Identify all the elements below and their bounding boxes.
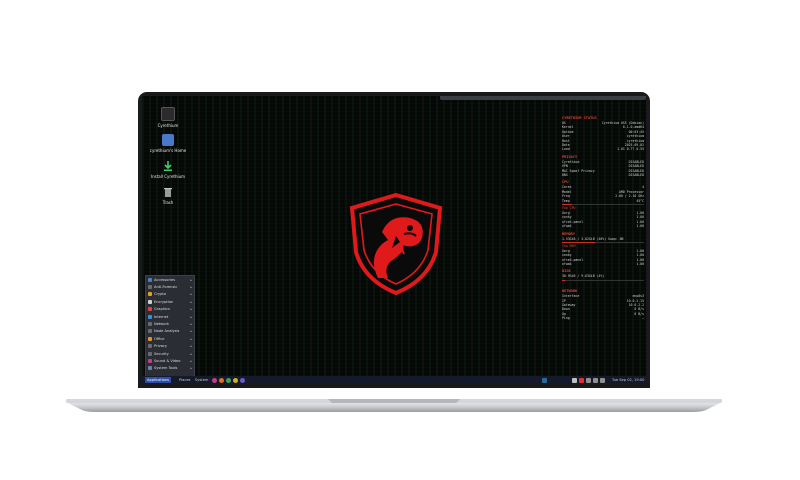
desktop-icon-label: Trash — [162, 200, 174, 205]
launcher-icon[interactable] — [212, 377, 217, 383]
chevron-right-icon: ▸ — [190, 366, 192, 371]
conky-section-title: DISK — [562, 269, 571, 274]
menu-item-security[interactable]: Security ▸ — [146, 350, 194, 357]
conky-section-title: CYRETHIUM STATUS — [562, 116, 597, 120]
menu-item-office[interactable]: Office ▸ — [146, 335, 194, 342]
cobra-shield-logo — [348, 192, 444, 296]
crypto-icon — [148, 292, 152, 297]
memory-usage-bar — [562, 241, 644, 244]
chevron-right-icon: ▸ — [190, 322, 192, 327]
system-tools-icon — [148, 366, 152, 371]
node-analysis-icon — [148, 329, 152, 334]
chevron-right-icon: ▸ — [190, 358, 192, 363]
menu-item-network[interactable]: Network ▸ — [146, 320, 194, 327]
desktop-icon-label: Cyrethium — [157, 123, 179, 128]
chevron-right-icon: ▸ — [190, 329, 192, 334]
conky-row: xfwm4 1.00 — [562, 261, 644, 266]
conky-section-title: MEMORY — [562, 231, 575, 236]
network-icon — [148, 322, 152, 327]
encryption-icon — [148, 299, 152, 304]
conky-section-title: NETWORK — [562, 289, 578, 294]
trash-icon — [162, 186, 174, 198]
chevron-right-icon: ▸ — [190, 299, 192, 304]
desktop-icon-label: cyrethium's Home — [149, 148, 187, 153]
chevron-right-icon: ▸ — [190, 336, 192, 341]
conky-section-title: PRIVACY — [562, 154, 578, 159]
terminal-icon[interactable] — [226, 377, 231, 383]
conky-row: Load 1.01 0.77 0.55 — [562, 147, 644, 152]
chevron-right-icon: ▸ — [190, 285, 192, 290]
privacy-icon — [148, 344, 152, 349]
menu-item-encryption[interactable]: Encryption ▸ — [146, 298, 194, 305]
menu-item-accessories[interactable]: Accessories ▸ — [146, 276, 194, 283]
chevron-right-icon: ▸ — [190, 292, 192, 297]
clock[interactable]: Tue Sep 02, 19:00 — [612, 378, 644, 382]
install-icon — [162, 160, 174, 172]
graphics-icon — [148, 307, 152, 312]
desktop-icon-home[interactable]: cyrethium's Home — [138, 134, 198, 153]
app-icon[interactable] — [240, 377, 245, 383]
chevron-right-icon: ▸ — [190, 344, 192, 349]
office-icon — [148, 336, 152, 341]
menu-item-anti-forensic[interactable]: Anti-Forensic ▸ — [146, 283, 194, 290]
workspace-switcher[interactable] — [542, 377, 547, 383]
lock-icon[interactable] — [233, 377, 238, 383]
conky-row: xfwm4 1.00 — [562, 224, 644, 229]
conky-row: 1.53GiB / 3.82GiB (40%) Swap: 0B — [562, 236, 624, 241]
power-icon[interactable] — [600, 377, 605, 383]
keyboard-icon[interactable] — [572, 377, 577, 383]
chevron-right-icon: ▸ — [190, 277, 192, 282]
conky-monitor: CYRETHIUM STATUS OS Cyrethium OSS (Debian… — [562, 113, 644, 321]
firefox-icon[interactable] — [219, 377, 224, 383]
conky-row: DNS DISABLED — [562, 173, 644, 178]
menu-item-privacy[interactable]: Privacy ▸ — [146, 343, 194, 350]
internet-icon — [148, 314, 152, 319]
menu-item-node-analysis[interactable]: Node Analysis ▸ — [146, 328, 194, 335]
sound-video-icon — [148, 358, 152, 363]
desktop-icon-trash[interactable]: Trash — [138, 186, 198, 205]
desktop-icon-label: Install Cyrethium — [150, 174, 186, 179]
places-menu-button[interactable]: Places — [179, 378, 190, 382]
volume-icon[interactable] — [586, 377, 591, 383]
system-menu-button[interactable]: System — [195, 378, 208, 382]
notification-icon[interactable] — [579, 377, 584, 383]
laptop-base — [66, 396, 722, 412]
chevron-right-icon: ▸ — [190, 351, 192, 356]
conky-row: Temp 45°C — [562, 198, 644, 203]
conky-row: Ping — — [562, 316, 644, 321]
menu-item-system-tools[interactable]: System Tools ▸ — [146, 365, 194, 372]
chevron-right-icon: ▸ — [190, 307, 192, 312]
cpu-usage-bar — [562, 204, 644, 206]
taskbar: Applications Places System Tue Sep 02, 1… — [142, 376, 646, 384]
network-icon[interactable] — [593, 377, 598, 383]
menu-item-internet[interactable]: Internet ▸ — [146, 313, 194, 320]
computer-icon — [161, 107, 175, 121]
anti-forensic-icon — [148, 285, 152, 290]
menu-item-graphics[interactable]: Graphics ▸ — [146, 306, 194, 313]
accessories-icon — [148, 277, 152, 282]
disk-usage-bar — [562, 279, 644, 282]
applications-menu: Accessories ▸ Anti-Forensic ▸ Crypto ▸ Encr… — [145, 275, 195, 378]
desktop-icon-install[interactable]: Install Cyrethium — [138, 160, 198, 179]
home-folder-icon — [162, 134, 174, 146]
menu-item-crypto[interactable]: Crypto ▸ — [146, 291, 194, 298]
desktop-icon-computer[interactable]: Cyrethium — [138, 107, 198, 128]
chevron-right-icon: ▸ — [190, 314, 192, 319]
conky-section-title: CPU — [562, 180, 569, 185]
conky-row: 30.9GiB / 9.63GiB (4%) — [562, 274, 605, 279]
menu-item-sound-video[interactable]: Sound & Video ▸ — [146, 357, 194, 364]
screen-top-bar — [440, 96, 646, 100]
security-icon — [148, 351, 152, 356]
applications-menu-button[interactable]: Applications — [145, 377, 171, 383]
